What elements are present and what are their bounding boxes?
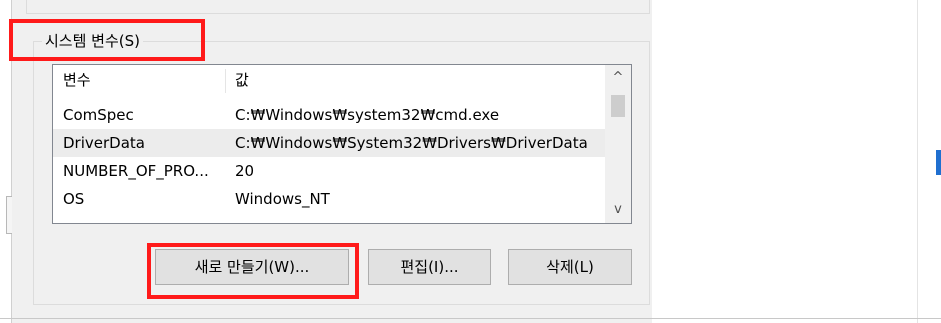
scroll-down-icon[interactable]: v bbox=[605, 199, 631, 221]
column-separator[interactable] bbox=[225, 69, 226, 93]
row-variable-name: NUMBER_OF_PRO... bbox=[63, 162, 209, 180]
bottom-divider bbox=[0, 318, 941, 319]
delete-variable-button[interactable]: 삭제(L) bbox=[508, 249, 632, 285]
list-row-os[interactable]: OS Windows_NT bbox=[53, 185, 605, 213]
left-edge-notch bbox=[6, 196, 12, 234]
list-row-driverdata[interactable]: DriverData C:₩Windows₩System32₩Drivers₩D… bbox=[53, 129, 605, 157]
list-row-number-of-processors[interactable]: NUMBER_OF_PRO... 20 bbox=[53, 157, 605, 185]
background-window bbox=[652, 0, 941, 323]
new-variable-button[interactable]: 새로 만들기(W)... bbox=[155, 249, 349, 285]
column-header-value[interactable]: 값 bbox=[235, 65, 249, 95]
edit-variable-button[interactable]: 편집(I)... bbox=[368, 249, 491, 285]
upper-groupbox-edge bbox=[26, 0, 650, 14]
scroll-thumb[interactable] bbox=[611, 95, 625, 117]
row-variable-value: 20 bbox=[235, 162, 255, 180]
row-variable-name: DriverData bbox=[63, 134, 145, 152]
scroll-up-icon[interactable]: ^ bbox=[605, 67, 631, 89]
column-header-variable[interactable]: 변수 bbox=[63, 65, 91, 95]
row-variable-value: C:₩Windows₩System32₩Drivers₩DriverData bbox=[235, 134, 588, 152]
row-variable-name: ComSpec bbox=[63, 106, 134, 124]
list-row-partial[interactable] bbox=[53, 211, 605, 223]
row-variable-name: OS bbox=[63, 190, 85, 208]
accent-strip bbox=[936, 150, 941, 175]
row-variable-value: Windows_NT bbox=[235, 190, 330, 208]
window-left-edge bbox=[0, 0, 12, 323]
list-row-comspec[interactable]: ComSpec C:₩Windows₩system32₩cmd.exe bbox=[53, 101, 605, 129]
list-header: 변수 값 bbox=[53, 65, 605, 95]
system-variables-title: 시스템 변수(S) bbox=[42, 31, 143, 51]
row-variable-value: C:₩Windows₩system32₩cmd.exe bbox=[235, 106, 500, 124]
system-variables-list[interactable]: 변수 값 ComSpec C:₩Windows₩system32₩cmd.exe… bbox=[52, 64, 632, 224]
list-vertical-scrollbar[interactable]: ^ v bbox=[605, 65, 631, 223]
